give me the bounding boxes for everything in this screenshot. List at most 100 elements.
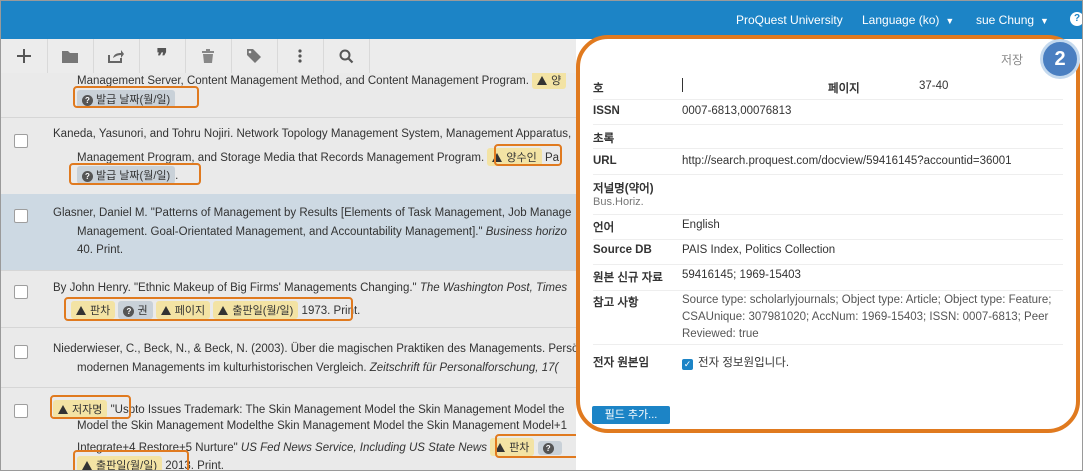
- citation-row[interactable]: Management Server, Content Management Me…: [1, 73, 576, 118]
- field-issue: 호 페이지 37-40: [593, 75, 1063, 100]
- issn-input[interactable]: 0007-6813,00076813: [682, 105, 791, 117]
- step-number-badge: 2: [1040, 39, 1080, 79]
- tag-button[interactable]: [231, 39, 278, 73]
- journal-title: US Fed News Service, Including US State …: [240, 442, 487, 454]
- institution-link[interactable]: ProQuest University: [736, 13, 843, 27]
- field-label: Source DB: [593, 244, 652, 256]
- issue-input[interactable]: [682, 78, 683, 93]
- citation-text: Management. Goal-Orientated Management, …: [77, 226, 483, 238]
- journal-abbr-value[interactable]: Bus.Horiz.: [593, 196, 644, 208]
- electronic-checkbox-field[interactable]: ✓ 전자 정보원입니다.: [682, 354, 789, 370]
- field-label: 저널명(약어): [593, 183, 654, 195]
- chevron-down-icon: ▼: [945, 16, 955, 26]
- archive-input[interactable]: 59416145; 1969-15403: [682, 269, 801, 281]
- search-icon: [339, 49, 353, 63]
- add-field-button[interactable]: 필드 추가...: [592, 406, 670, 424]
- field-electronic: 전자 원본임 ✓ 전자 정보원입니다.: [593, 344, 1063, 374]
- folder-icon: [62, 51, 78, 64]
- field-label: 전자 원본임: [593, 357, 650, 369]
- add-button[interactable]: [1, 39, 48, 73]
- field-url: URL http://search.proquest.com/docview/5…: [593, 148, 1063, 175]
- warning-icon: [537, 76, 548, 85]
- citation-row[interactable]: Niederwieser, C., Beck, N., & Beck, N. (…: [1, 327, 576, 388]
- source-db-input[interactable]: PAIS Index, Politics Collection: [682, 244, 835, 256]
- citation-line: Glasner, Daniel M. "Patterns of Manageme…: [53, 207, 572, 219]
- citation-line: By John Henry. "Ethnic Makeup of Big Fir…: [53, 282, 567, 294]
- journal-title: Business horizo: [485, 226, 567, 238]
- row-checkbox[interactable]: [14, 345, 28, 359]
- language-input[interactable]: English: [682, 219, 720, 231]
- highlight-box: [73, 450, 189, 470]
- page-input[interactable]: 37-40: [919, 80, 948, 92]
- tag-icon: [247, 49, 261, 64]
- notes-line[interactable]: Source type: scholarlyjournals; Object t…: [682, 294, 1051, 306]
- citation-row-selected[interactable]: Glasner, Daniel M. "Patterns of Manageme…: [1, 194, 576, 271]
- trash-icon: [202, 49, 214, 64]
- row-checkbox[interactable]: [14, 404, 28, 418]
- badge-label: 양: [551, 75, 562, 87]
- citation-row[interactable]: By John Henry. "Ethnic Makeup of Big Fir…: [1, 270, 576, 328]
- toolbar: ❞: [1, 39, 576, 74]
- folder-button[interactable]: [47, 39, 94, 73]
- field-label: 초록: [593, 133, 615, 145]
- citation-text: modernen Managements im kulturhistorisch…: [77, 362, 367, 374]
- highlight-box: [64, 297, 353, 321]
- add-icon: [17, 49, 31, 64]
- quote-button[interactable]: ❞: [139, 39, 186, 73]
- citation-row[interactable]: Kaneda, Yasunori, and Tohru Nojiri. Netw…: [1, 117, 576, 195]
- notes-line[interactable]: Reviewed: true: [682, 328, 759, 340]
- top-bar: ProQuest University Language (ko) ▼ sue C…: [1, 1, 1082, 39]
- quote-icon: ❞: [156, 44, 168, 68]
- share-icon: [108, 50, 124, 64]
- highlight-box: [50, 395, 131, 419]
- citation-text: By John Henry. "Ethnic Makeup of Big Fir…: [53, 282, 417, 294]
- delete-button[interactable]: [185, 39, 232, 73]
- field-label: 참고 사항: [593, 297, 639, 309]
- text-cursor: [682, 78, 683, 92]
- field-label: ISSN: [593, 105, 620, 117]
- highlight-box: [73, 86, 199, 108]
- highlight-box: [494, 144, 562, 166]
- citation-line: Management. Goal-Orientated Management, …: [77, 226, 567, 238]
- field-journal-abbr: 저널명(약어) Bus.Horiz.: [593, 174, 1063, 215]
- citation-line: Niederwieser, C., Beck, N., & Beck, N. (…: [53, 343, 576, 355]
- save-button[interactable]: 저장: [1001, 51, 1023, 68]
- field-abstract: 초록: [593, 124, 1063, 149]
- help-icon[interactable]: ?: [1070, 12, 1082, 26]
- highlight-box: [69, 163, 201, 185]
- field-label: URL: [593, 155, 617, 167]
- checkbox-checked-icon[interactable]: ✓: [682, 359, 693, 370]
- search-button[interactable]: [323, 39, 370, 73]
- more-button[interactable]: [277, 39, 324, 73]
- field-notes: 참고 사항 Source type: scholarlyjournals; Ob…: [593, 290, 1063, 345]
- missing-field-badge[interactable]: 양: [532, 73, 567, 89]
- field-label: 원본 신규 자료: [593, 272, 663, 284]
- app-window: ProQuest University Language (ko) ▼ sue C…: [0, 0, 1083, 471]
- field-label: 언어: [593, 222, 615, 234]
- edit-fields-panel: 저장 호 페이지 37-40 ISSN 0007-6813,00076813 초…: [576, 39, 1082, 470]
- citation-list: Management Server, Content Management Me…: [1, 73, 576, 470]
- url-input[interactable]: http://search.proquest.com/docview/59416…: [682, 155, 1012, 167]
- citation-line: modernen Managements im kulturhistorisch…: [77, 362, 558, 374]
- journal-title: The Washington Post, Times: [419, 282, 568, 294]
- row-checkbox[interactable]: [14, 209, 28, 223]
- field-label: 호: [593, 83, 604, 95]
- citation-row[interactable]: 저자명 "Uspto Issues Trademark: The Skin Ma…: [1, 387, 576, 470]
- field-source-db: Source DB PAIS Index, Politics Collectio…: [593, 239, 1063, 265]
- chevron-down-icon: ▼: [1040, 16, 1049, 26]
- highlight-box: [495, 434, 576, 458]
- field-archive: 원본 신규 자료 59416145; 1969-15403: [593, 264, 1063, 291]
- checkbox-label: 전자 정보원입니다.: [698, 357, 790, 369]
- share-button[interactable]: [93, 39, 140, 73]
- row-checkbox[interactable]: [14, 285, 28, 299]
- more-icon: [298, 49, 302, 63]
- notes-line[interactable]: CSAUnique: 307981020; AccNum: 1969-15403…: [682, 311, 1048, 323]
- citation-line: Kaneda, Yasunori, and Tohru Nojiri. Netw…: [53, 128, 572, 140]
- language-label: Language (ko): [862, 13, 940, 27]
- row-checkbox[interactable]: [14, 134, 28, 148]
- language-menu[interactable]: Language (ko) ▼: [862, 13, 954, 27]
- user-menu[interactable]: sue Chung ▼: [976, 13, 1049, 27]
- field-label: 페이지: [828, 83, 860, 95]
- field-language: 언어 English: [593, 214, 1063, 240]
- user-label: sue Chung: [976, 13, 1035, 27]
